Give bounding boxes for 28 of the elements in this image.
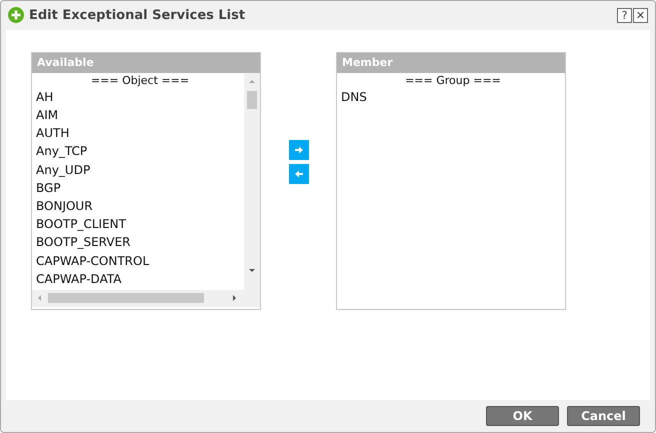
list-item[interactable]: BONJOUR (36, 197, 244, 216)
list-item[interactable]: AH (36, 88, 244, 106)
vertical-scrollbar[interactable] (244, 72, 260, 290)
list-header: Available (32, 52, 260, 73)
list-item[interactable]: CAPWAP-DATA (36, 270, 244, 288)
list-item[interactable]: Any_UDP (36, 160, 244, 179)
window-title: Edit Exceptional Services List (29, 8, 246, 23)
add-button[interactable] (288, 140, 308, 160)
left-arrow-icon (294, 170, 304, 178)
list-item[interactable]: Any_TCP (36, 142, 244, 161)
group-header: === Object === (90, 72, 190, 88)
list-item[interactable]: DNS (341, 88, 565, 106)
list-item[interactable]: CAPWAP-CONTROL (36, 252, 244, 270)
horizontal-scrollbar[interactable] (32, 290, 260, 307)
list-item[interactable]: BOOTP_SERVER (36, 233, 244, 252)
right-arrow-icon (294, 146, 304, 154)
remove-button[interactable] (288, 164, 308, 184)
cancel-button[interactable]: Cancel (567, 406, 640, 426)
ok-button[interactable]: OK (486, 406, 559, 426)
list-item[interactable]: BOOTP_CLIENT (36, 215, 244, 234)
list-header: Member (337, 52, 565, 73)
list-item[interactable]: BGP (36, 178, 244, 198)
list-item[interactable]: AIM (36, 106, 244, 124)
list-item[interactable]: AUTH (36, 124, 244, 142)
add-icon (8, 7, 24, 24)
help-button[interactable]: ? (617, 8, 632, 23)
group-header: === Group === (404, 72, 502, 88)
close-button[interactable]: ✕ (633, 8, 648, 23)
